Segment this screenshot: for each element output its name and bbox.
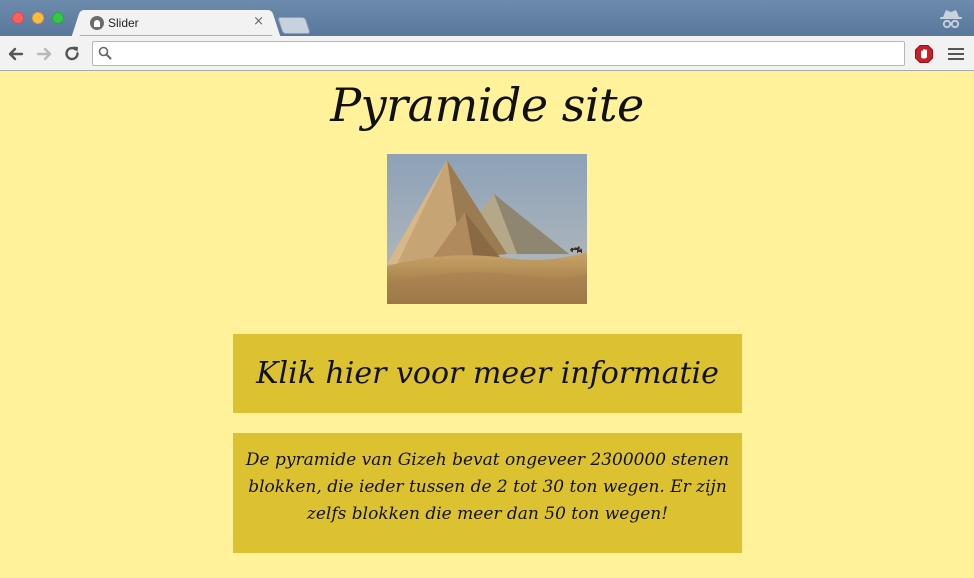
adblock-extension-button[interactable] — [914, 44, 934, 64]
browser-tab[interactable]: Slider × — [80, 10, 272, 36]
tab-title: Slider — [108, 16, 139, 30]
tab-close-button[interactable]: × — [253, 14, 264, 29]
window-maximize-button[interactable] — [52, 12, 64, 24]
forward-button[interactable] — [34, 44, 54, 64]
incognito-icon — [940, 10, 962, 29]
more-info-button[interactable]: Klik hier voor meer informatie — [233, 334, 742, 413]
window-close-button[interactable] — [12, 12, 24, 24]
page-favicon-icon — [90, 16, 104, 30]
search-icon — [98, 46, 112, 60]
browser-menu-button[interactable] — [948, 46, 964, 62]
back-button[interactable] — [6, 44, 26, 64]
menu-line-icon — [948, 48, 964, 50]
address-bar[interactable] — [92, 41, 905, 66]
page-title: Pyramide site — [330, 78, 644, 132]
address-input[interactable] — [117, 44, 901, 65]
pyramids-image — [387, 154, 587, 304]
info-text-box: De pyramide van Gizeh bevat ongeveer 230… — [233, 433, 742, 553]
reload-button[interactable] — [62, 44, 82, 64]
info-text: De pyramide van Gizeh bevat ongeveer 230… — [245, 450, 730, 524]
page-content: Pyramide site Klik hier voor meer inform… — [0, 72, 974, 578]
browser-title-bar: Slider × — [0, 0, 974, 36]
window-minimize-button[interactable] — [32, 12, 44, 24]
browser-toolbar — [0, 36, 974, 71]
new-tab-button[interactable] — [277, 17, 311, 34]
menu-line-icon — [948, 58, 964, 60]
menu-line-icon — [948, 53, 964, 55]
